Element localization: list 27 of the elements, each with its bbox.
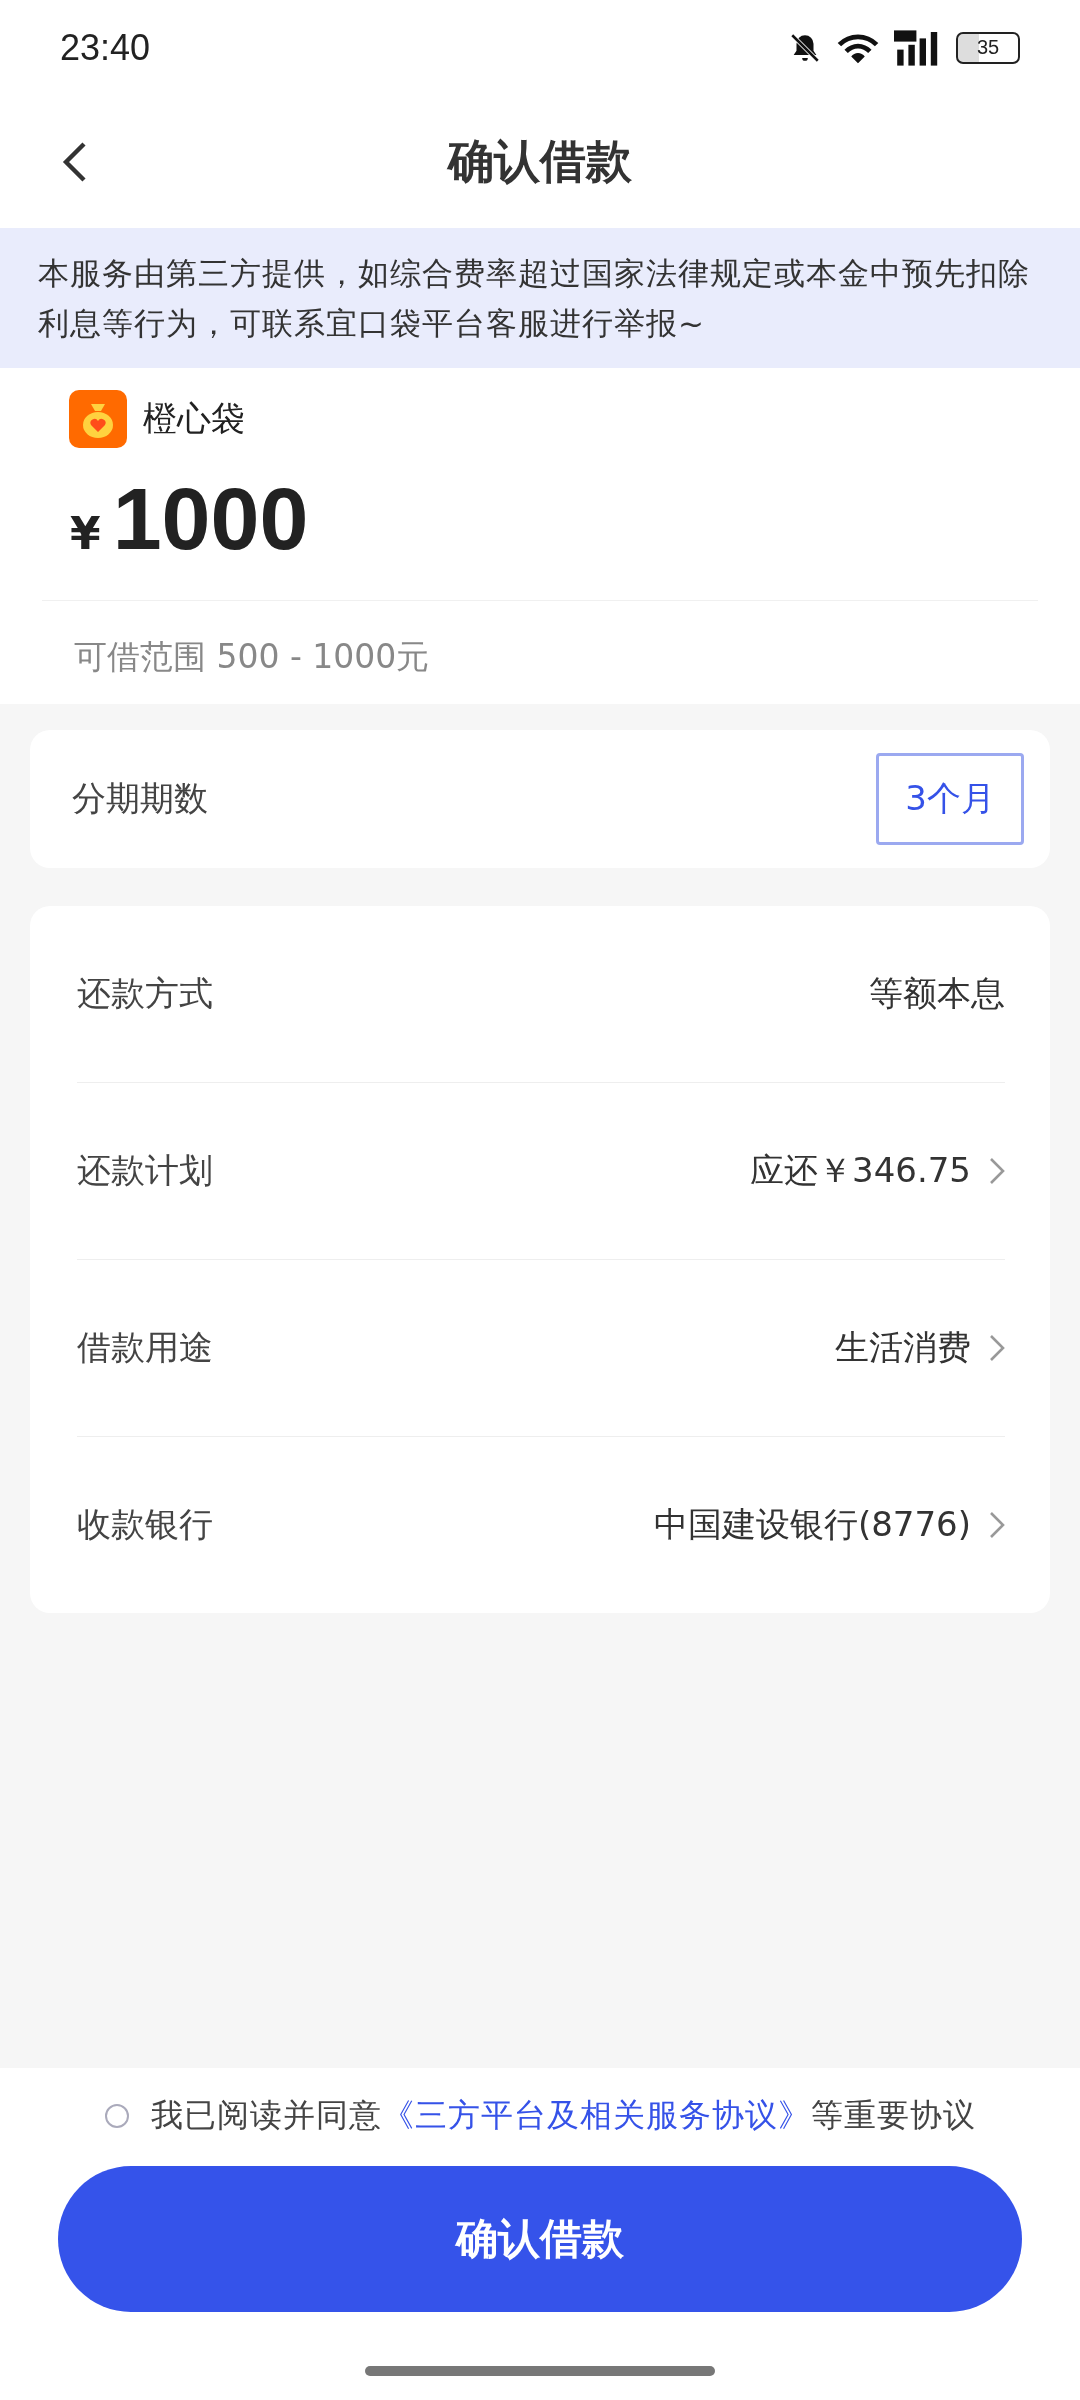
term-option[interactable]: 3个月 (876, 753, 1024, 845)
notice-banner: 本服务由第三方提供，如综合费率超过国家法律规定或本金中预先扣除利息等行为，可联系宜口袋平台客服进行举报~ (0, 228, 1080, 368)
agree-checkbox[interactable] (104, 2104, 129, 2128)
status-time: 23:40 (60, 26, 151, 69)
agreement-link[interactable]: 《三方平台及相关服务协议》 (381, 2096, 811, 2134)
detail-label: 还款计划 (77, 1149, 213, 1192)
confirm-loan-button[interactable]: 确认借款 (58, 2166, 1022, 2312)
loan-amount[interactable]: 1000 (112, 468, 309, 570)
chevron-icon[interactable] (989, 1334, 1005, 1362)
detail-value[interactable]: 应还￥346.75 (750, 1148, 971, 1194)
detail-label: 借款用途 (77, 1326, 213, 1369)
lender-name: 橙心袋 (143, 397, 245, 440)
detail-value[interactable]: 中国建设银行(8776) (653, 1502, 971, 1548)
chevron-icon[interactable] (989, 1157, 1005, 1185)
detail-label: 收款银行 (77, 1503, 213, 1546)
page-title: 确认借款 (448, 132, 632, 190)
detail-value: 等额本息 (869, 972, 1005, 1015)
detail-value[interactable]: 生活消费 (835, 1325, 971, 1371)
installment-label: 分期期数 (72, 777, 208, 820)
detail-label: 还款方式 (77, 972, 213, 1015)
agreement-text: 我已阅读并同意《三方平台及相关服务协议》等重要协议 (150, 2095, 976, 2136)
chevron-icon[interactable] (989, 1511, 1005, 1539)
battery-icon: 35 (956, 31, 1020, 64)
currency-symbol: ¥ (70, 508, 101, 559)
back-icon[interactable] (60, 140, 88, 184)
loan-range: 可借范围 500 - 1000元 (73, 636, 431, 678)
money-bag-icon (69, 390, 127, 448)
